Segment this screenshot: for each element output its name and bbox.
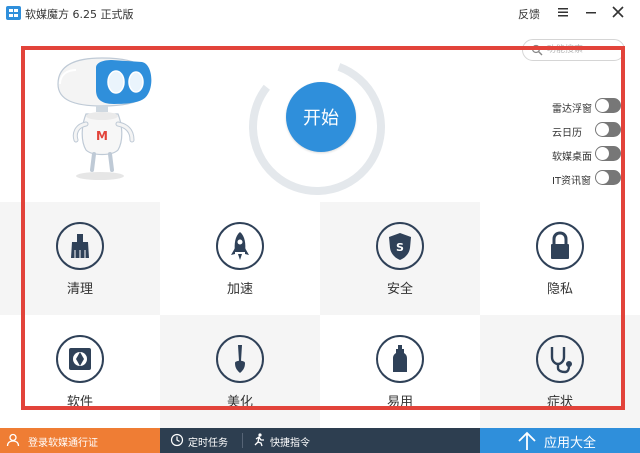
tile-beautify[interactable]: 美化 (160, 315, 320, 428)
toggle-label: 软媒桌面 (552, 152, 592, 163)
login-label: 登录软媒通行证 (28, 438, 98, 449)
scheduled-tasks-label: 定时任务 (188, 438, 228, 449)
tile-security[interactable]: S 安全 (320, 202, 480, 315)
tile-privacy[interactable]: 隐私 (480, 202, 640, 315)
shortcut-commands-button[interactable]: 快捷指令 (252, 428, 324, 453)
toggle-list: 雷达浮窗 云日历 软媒桌面 IT资讯窗 (552, 98, 632, 194)
broom-icon (56, 222, 104, 270)
feature-grid: 清理 加速 S 安全 隐私 软件 美化 易用 症状 (0, 202, 640, 428)
close-icon[interactable] (610, 4, 626, 20)
tile-label: 隐私 (546, 282, 573, 297)
toggle-row-desktop: 软媒桌面 (552, 146, 632, 170)
running-man-icon (254, 433, 264, 447)
toggle-label: 雷达浮窗 (552, 104, 592, 115)
shortcut-commands-label: 快捷指令 (270, 438, 310, 449)
search-icon (531, 44, 543, 56)
user-icon (6, 433, 20, 447)
tile-clean[interactable]: 清理 (0, 202, 160, 315)
lock-icon (536, 222, 584, 270)
arrow-up-icon (518, 431, 536, 450)
brush-icon (216, 335, 264, 383)
divider (242, 433, 243, 448)
app-title: 软媒魔方 6.25 正式版 (25, 8, 134, 21)
bottom-bar: 登录软媒通行证 定时任务 快捷指令 应用大全 (0, 428, 640, 453)
shield-icon: S (376, 222, 424, 270)
minimize-icon[interactable] (584, 4, 598, 20)
bottle-icon (376, 335, 424, 383)
svg-text:M: M (96, 129, 108, 143)
login-button[interactable]: 登录软媒通行证 (0, 428, 160, 453)
stethoscope-icon (536, 335, 584, 383)
calendar-toggle-switch[interactable] (595, 122, 621, 137)
tile-label: 软件 (66, 395, 93, 410)
radar-toggle-switch[interactable] (595, 98, 621, 113)
itnews-toggle-switch[interactable] (595, 170, 621, 185)
hero-panel: M 开始 雷达浮窗 云日历 软媒桌面 IT资讯 (0, 26, 640, 202)
tile-label: 美化 (226, 395, 253, 410)
toggle-label: 云日历 (552, 128, 582, 139)
scheduled-tasks-button[interactable]: 定时任务 (170, 428, 240, 453)
toggle-row-itnews: IT资讯窗 (552, 170, 632, 194)
menu-icon[interactable] (557, 6, 569, 18)
tile-label: 症状 (546, 395, 573, 410)
toggle-label: IT资讯窗 (552, 176, 592, 187)
tile-speedup[interactable]: 加速 (160, 202, 320, 315)
app-store-label: 应用大全 (544, 436, 597, 451)
desktop-toggle-switch[interactable] (595, 146, 621, 161)
tile-label: 清理 (66, 282, 93, 297)
feedback-link[interactable]: 反馈 (518, 6, 540, 22)
rocket-icon (216, 222, 264, 270)
toggle-row-radar: 雷达浮窗 (552, 98, 632, 122)
aperture-icon (56, 335, 104, 383)
svg-text:S: S (396, 241, 404, 254)
app-logo-icon (6, 6, 21, 20)
tile-label: 易用 (386, 395, 413, 410)
tile-label: 安全 (386, 282, 413, 297)
tile-label: 加速 (226, 282, 253, 297)
app-store-button[interactable]: 应用大全 (480, 428, 640, 453)
robot-mascot-icon: M (57, 57, 152, 180)
search-input[interactable] (547, 42, 621, 58)
start-button[interactable]: 开始 (286, 82, 356, 152)
clock-icon (170, 433, 184, 447)
title-bar: 软媒魔方 6.25 正式版 反馈 (0, 0, 640, 26)
tile-easyuse[interactable]: 易用 (320, 315, 480, 428)
toggle-row-calendar: 云日历 (552, 122, 632, 146)
search-box[interactable] (522, 39, 625, 61)
tile-software[interactable]: 软件 (0, 315, 160, 428)
tile-symptoms[interactable]: 症状 (480, 315, 640, 428)
